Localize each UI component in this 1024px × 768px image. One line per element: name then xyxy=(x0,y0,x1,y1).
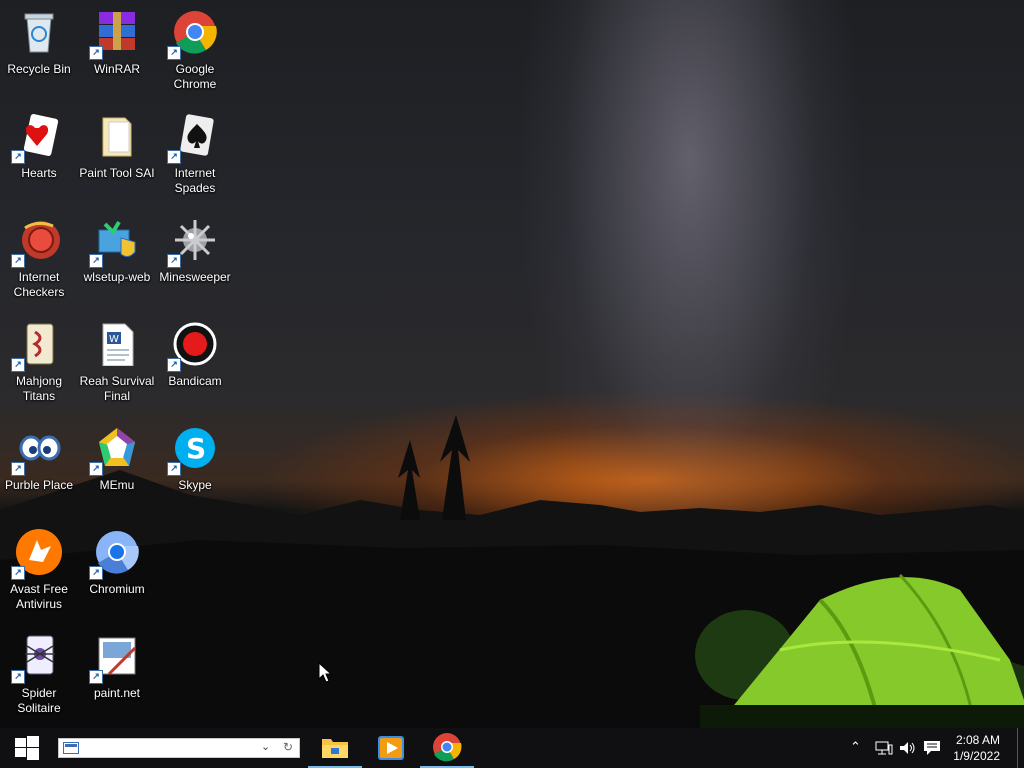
icon-label: Google Chrome xyxy=(173,62,217,91)
icon-label: Chromium xyxy=(89,582,145,596)
icon-label: Avast Free Antivirus xyxy=(10,582,68,611)
chromium-icon: ↗ xyxy=(89,528,141,580)
taskbar-file-explorer[interactable] xyxy=(308,728,362,768)
tray-clock-date[interactable]: 1/9/2022 xyxy=(953,749,1000,763)
minesweeper-icon: ↗ xyxy=(167,216,219,268)
icon-label: paint.net xyxy=(93,686,141,700)
desktop-icon-recycle-bin[interactable]: Recycle Bin xyxy=(0,4,78,104)
icon-label: MEmu xyxy=(99,478,135,492)
desktop-icon-mahjong-titans[interactable]: ↗ Mahjong Titans xyxy=(0,316,78,416)
svg-text:S: S xyxy=(186,432,206,465)
hearts-icon: ↗ xyxy=(11,112,63,164)
icon-label: Skype xyxy=(178,478,212,492)
desktop-icon-paint-tool-sai[interactable]: Paint Tool SAI xyxy=(78,108,156,208)
desktop-icon-spider-solitaire[interactable]: ↗ Spider Solitaire xyxy=(0,628,78,728)
desktop-icon-bandicam[interactable]: ↗ Bandicam xyxy=(156,316,234,416)
icon-label: Purble Place xyxy=(4,478,74,492)
mouse-cursor-icon xyxy=(318,662,332,683)
refresh-icon[interactable]: ↻ xyxy=(283,740,293,754)
purble-place-icon: ↗ xyxy=(11,424,63,476)
winrar-icon: ↗ xyxy=(89,8,141,60)
avast-icon: ↗ xyxy=(11,528,63,580)
mahjong-icon: ↗ xyxy=(11,320,63,372)
desktop-icon-google-chrome[interactable]: ↗ Google Chrome xyxy=(156,4,234,104)
desktop-icon-purble-place[interactable]: ↗ Purble Place xyxy=(0,420,78,520)
skype-icon: S ↗ xyxy=(167,424,219,476)
desktop-icon-hearts[interactable]: ↗ Hearts xyxy=(0,108,78,208)
recycle-bin-icon xyxy=(15,8,63,56)
google-chrome-icon xyxy=(433,733,462,762)
desktop-icon-minesweeper[interactable]: ↗ Minesweeper xyxy=(156,212,234,312)
address-bar-icon xyxy=(63,742,79,754)
desktop-icon-internet-checkers[interactable]: ↗ Internet Checkers xyxy=(0,212,78,312)
icon-label: wlsetup-web xyxy=(83,270,151,284)
folder-icon xyxy=(93,112,141,160)
address-toolbar: ⌄ ↻ xyxy=(58,738,300,758)
windows-start-icon xyxy=(15,736,39,760)
network-icon[interactable] xyxy=(875,741,893,755)
google-chrome-icon: ↗ xyxy=(167,8,219,60)
desktop-icon-wlsetup-web[interactable]: ↗ wlsetup-web xyxy=(78,212,156,312)
file-explorer-icon xyxy=(322,739,348,758)
desktop-wallpaper: Recycle Bin ↗ WinRAR ↗ Google Chrome ↗ H… xyxy=(0,0,1024,728)
desktop-icon-paint-net[interactable]: ↗ paint.net xyxy=(78,628,156,728)
icon-label: WinRAR xyxy=(93,62,140,76)
taskbar-media-player[interactable] xyxy=(364,728,418,768)
desktop-icon-internet-spades[interactable]: ↗ Internet Spades xyxy=(156,108,234,208)
wlsetup-icon: ↗ xyxy=(89,216,141,268)
icon-label: Internet Checkers xyxy=(13,270,65,299)
icon-label: Mahjong Titans xyxy=(15,374,63,403)
icon-label: Spider Solitaire xyxy=(17,686,61,715)
show-hidden-icons-chevron-icon[interactable]: ⌃ xyxy=(850,739,861,755)
desktop-icon-avast-free-antivirus[interactable]: ↗ Avast Free Antivirus xyxy=(0,524,78,624)
memu-icon: ↗ xyxy=(89,424,141,476)
desktop-icon-chromium[interactable]: ↗ Chromium xyxy=(78,524,156,624)
icon-label: Reah Survival Final xyxy=(79,374,155,403)
taskbar: ⌄ ↻ ⌃ 2:08 AM 1/9/2022 xyxy=(0,728,1024,768)
paint-net-icon: ↗ xyxy=(89,632,141,684)
word-document-icon: W xyxy=(93,320,141,368)
tray-clock-time[interactable]: 2:08 AM xyxy=(956,733,1000,747)
desktop-icon-skype[interactable]: S ↗ Skype xyxy=(156,420,234,520)
icon-label: Bandicam xyxy=(168,374,222,388)
desktop-icon-reah-survival-final[interactable]: W Reah Survival Final xyxy=(78,316,156,416)
internet-checkers-icon: ↗ xyxy=(11,216,63,268)
icon-label: Recycle Bin xyxy=(7,62,71,76)
taskbar-google-chrome[interactable] xyxy=(420,728,474,768)
icon-label: Hearts xyxy=(21,166,57,180)
address-input[interactable] xyxy=(81,740,257,756)
notifications-icon[interactable] xyxy=(923,740,941,756)
desktop-icon-winrar[interactable]: ↗ WinRAR xyxy=(78,4,156,104)
desktop-icon-memu[interactable]: ↗ MEmu xyxy=(78,420,156,520)
svg-text:W: W xyxy=(109,334,119,345)
volume-icon[interactable] xyxy=(899,740,917,756)
icon-label: Paint Tool SAI xyxy=(79,166,155,180)
bandicam-icon: ↗ xyxy=(167,320,219,372)
spider-solitaire-icon: ↗ xyxy=(11,632,63,684)
internet-spades-icon: ↗ xyxy=(167,112,219,164)
start-button[interactable] xyxy=(0,728,54,768)
media-player-icon xyxy=(378,736,404,760)
show-desktop-button[interactable] xyxy=(1017,728,1024,768)
icon-label: Internet Spades xyxy=(174,166,216,195)
icon-label: Minesweeper xyxy=(159,270,231,284)
chevron-down-icon[interactable]: ⌄ xyxy=(261,740,270,753)
